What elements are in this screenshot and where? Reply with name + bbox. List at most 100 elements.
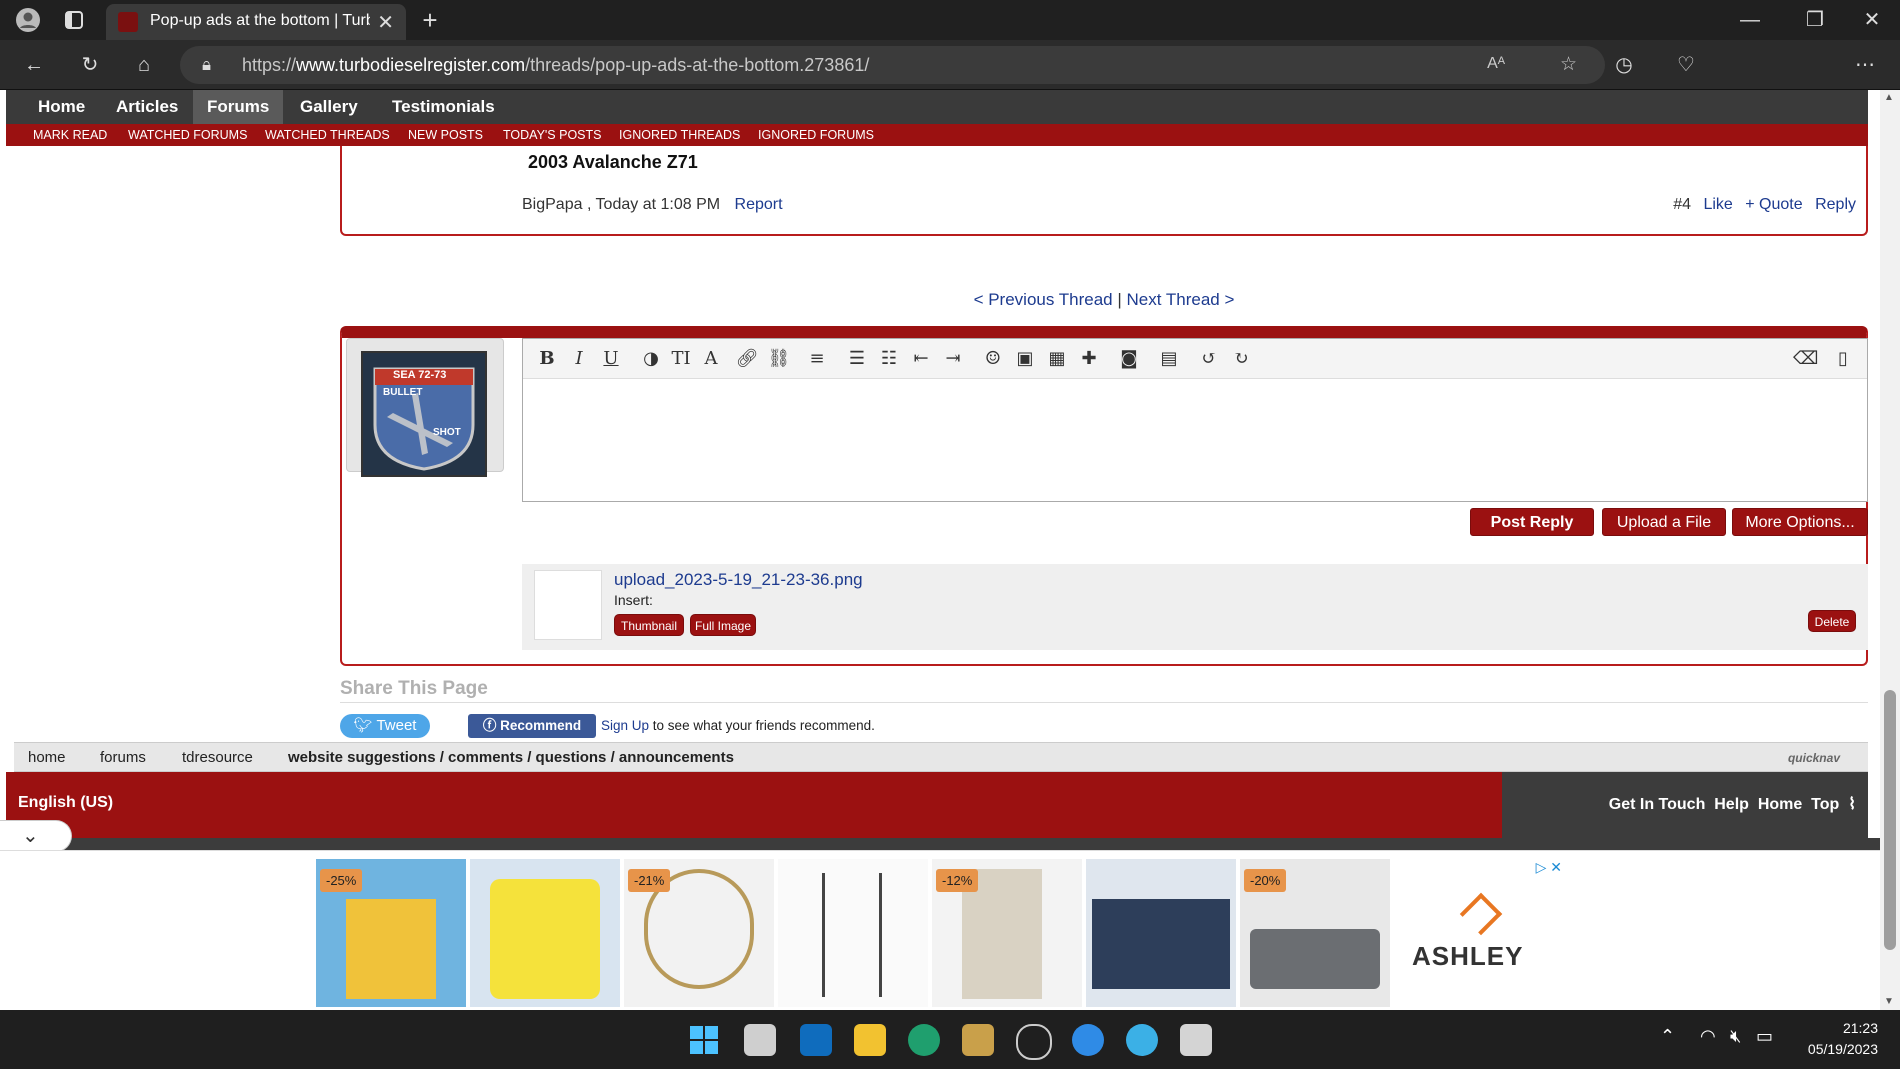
- tweet-button[interactable]: 🐦︎ Tweet: [340, 714, 430, 738]
- subnav-ignored-forums[interactable]: IGNORED FORUMS: [758, 124, 874, 146]
- report-link[interactable]: Report: [735, 196, 783, 213]
- read-aloud-icon[interactable]: Aᴬ: [1487, 55, 1505, 73]
- get-in-touch-link[interactable]: Get In Touch: [1609, 796, 1706, 813]
- subnav-new-posts[interactable]: NEW POSTS: [408, 124, 483, 146]
- task-view-icon[interactable]: [744, 1024, 776, 1056]
- clock[interactable]: 21:23 05/19/2023: [1808, 1018, 1878, 1060]
- crumb-current-forum[interactable]: website suggestions / comments / questio…: [288, 743, 734, 773]
- remove-format-icon[interactable]: ⌫: [1793, 347, 1818, 371]
- underline-icon[interactable]: U: [599, 347, 623, 371]
- active-tab[interactable]: Pop-up ads at the bottom | Turb ✕: [106, 4, 406, 40]
- rss-icon[interactable]: ⌇: [1848, 796, 1856, 813]
- previous-thread-link[interactable]: < Previous Thread: [974, 290, 1113, 309]
- back-icon[interactable]: ←: [14, 40, 54, 90]
- start-icon[interactable]: [688, 1024, 720, 1056]
- help-link[interactable]: Help: [1714, 796, 1749, 813]
- numbered-list-icon[interactable]: ☷: [877, 347, 901, 371]
- redo-icon[interactable]: ↻: [1229, 347, 1253, 371]
- quote-link[interactable]: + Quote: [1745, 196, 1802, 213]
- subnav-mark-read[interactable]: MARK READ: [33, 124, 107, 146]
- ad-product-mattress[interactable]: [1086, 859, 1236, 1007]
- minimize-icon[interactable]: —: [1730, 0, 1770, 40]
- ad-product-kids-chair[interactable]: [470, 859, 620, 1007]
- ad-collapse-button[interactable]: ⌄: [0, 820, 72, 852]
- post-author[interactable]: BigPapa: [522, 196, 583, 213]
- tips-icon[interactable]: [1072, 1024, 1104, 1056]
- bullet-list-icon[interactable]: ☰: [845, 347, 869, 371]
- language-chooser[interactable]: English (US): [18, 794, 113, 812]
- page-scrollbar[interactable]: ▲ ▼: [1880, 90, 1900, 1010]
- adchoices-icon[interactable]: ▷ ✕: [1536, 859, 1562, 876]
- home-icon[interactable]: ⌂: [124, 40, 164, 90]
- bottom-ad-banner[interactable]: -25% -21% -12% -20% ASHLEY ▷ ✕: [0, 850, 1880, 1010]
- subnav-ignored-threads[interactable]: IGNORED THREADS: [619, 124, 740, 146]
- scroll-up-icon[interactable]: ▲: [1884, 92, 1894, 103]
- history-icon[interactable]: ◷: [1604, 40, 1644, 90]
- quicknav-link[interactable]: quicknav: [1788, 743, 1840, 773]
- snipping-tool-icon[interactable]: [1180, 1024, 1212, 1056]
- avatar[interactable]: SEA 72-73 BULLET SHOT: [361, 351, 487, 477]
- ad-product-bar-cart[interactable]: -21%: [624, 859, 774, 1007]
- media-app-icon[interactable]: [962, 1024, 994, 1056]
- tab-actions-icon[interactable]: [56, 0, 92, 43]
- upload-file-button[interactable]: Upload a File: [1602, 508, 1726, 536]
- performance-icon[interactable]: ♡: [1666, 40, 1706, 90]
- post-number[interactable]: #4: [1673, 196, 1691, 213]
- more-menu-icon[interactable]: ⋯: [1845, 40, 1885, 90]
- more-options-button[interactable]: More Options...: [1732, 508, 1868, 536]
- outdent-icon[interactable]: ⇤: [909, 347, 933, 371]
- nav-gallery[interactable]: Gallery: [286, 90, 372, 124]
- next-thread-link[interactable]: Next Thread >: [1127, 290, 1235, 309]
- smilie-icon[interactable]: ☺: [981, 347, 1005, 371]
- scroll-down-icon[interactable]: ▼: [1884, 996, 1894, 1007]
- edge-icon[interactable]: [908, 1024, 940, 1056]
- media-player-icon[interactable]: [1016, 1024, 1052, 1060]
- new-tab-icon[interactable]: +: [410, 0, 450, 40]
- undo-icon[interactable]: ↺: [1197, 347, 1221, 371]
- refresh-icon[interactable]: ↻: [70, 40, 110, 90]
- sign-up-link[interactable]: Sign Up: [601, 718, 649, 733]
- ad-product-closet[interactable]: -12%: [932, 859, 1082, 1007]
- insert-icon[interactable]: ✚: [1077, 347, 1101, 371]
- crumb-tdresource[interactable]: tdresource: [182, 743, 253, 773]
- crumb-home[interactable]: home: [28, 743, 66, 773]
- post-reply-button[interactable]: Post Reply: [1470, 508, 1594, 536]
- close-tab-icon[interactable]: ✕: [377, 10, 394, 35]
- nav-testimonials[interactable]: Testimonials: [378, 90, 509, 124]
- attachment-thumbnail[interactable]: [534, 570, 602, 640]
- font-family-icon[interactable]: A: [699, 347, 723, 371]
- text-color-icon[interactable]: ◑: [639, 347, 663, 371]
- like-link[interactable]: Like: [1703, 196, 1732, 213]
- subnav-todays-posts[interactable]: TODAY'S POSTS: [503, 124, 601, 146]
- nav-articles[interactable]: Articles: [102, 90, 192, 124]
- font-size-icon[interactable]: TI: [669, 347, 693, 371]
- outlook-icon[interactable]: [800, 1024, 832, 1056]
- ad-product-toy-organizer[interactable]: -25%: [316, 859, 466, 1007]
- delete-attachment-button[interactable]: Delete: [1808, 610, 1856, 632]
- recommend-button[interactable]: ⓕ Recommend: [468, 714, 596, 738]
- add-favorite-icon[interactable]: ☆: [1560, 53, 1577, 76]
- indent-icon[interactable]: ⇥: [941, 347, 965, 371]
- nav-home[interactable]: Home: [24, 90, 99, 124]
- subnav-watched-forums[interactable]: WATCHED FORUMS: [128, 124, 247, 146]
- link-icon[interactable]: 🔗︎: [735, 347, 759, 371]
- post-time[interactable]: Today at 1:08 PM: [596, 196, 721, 213]
- address-bar[interactable]: 🔒︎ https://www.turbodieselregister.com/t…: [180, 46, 1605, 84]
- subnav-watched-threads[interactable]: WATCHED THREADS: [265, 124, 390, 146]
- unlink-icon[interactable]: ⛓︎: [767, 347, 791, 371]
- footer-home-link[interactable]: Home: [1758, 796, 1802, 813]
- close-window-icon[interactable]: ✕: [1852, 0, 1892, 40]
- battery-icon[interactable]: ▭: [1756, 1026, 1773, 1047]
- reply-link[interactable]: Reply: [1815, 196, 1856, 213]
- media-icon[interactable]: ▦: [1045, 347, 1069, 371]
- show-hidden-icons-icon[interactable]: ⌃: [1660, 1026, 1675, 1047]
- scrollbar-thumb[interactable]: [1884, 690, 1896, 950]
- crumb-forums[interactable]: forums: [100, 743, 146, 773]
- edge-beta-icon[interactable]: [1126, 1024, 1158, 1056]
- ad-product-sofa[interactable]: -20%: [1240, 859, 1390, 1007]
- bold-icon[interactable]: B: [535, 347, 559, 371]
- camera-icon[interactable]: ◙: [1117, 347, 1141, 371]
- restore-icon[interactable]: ❐: [1795, 0, 1835, 40]
- file-explorer-icon[interactable]: [854, 1024, 886, 1056]
- volume-muted-icon[interactable]: 🔇︎: [1730, 1026, 1741, 1047]
